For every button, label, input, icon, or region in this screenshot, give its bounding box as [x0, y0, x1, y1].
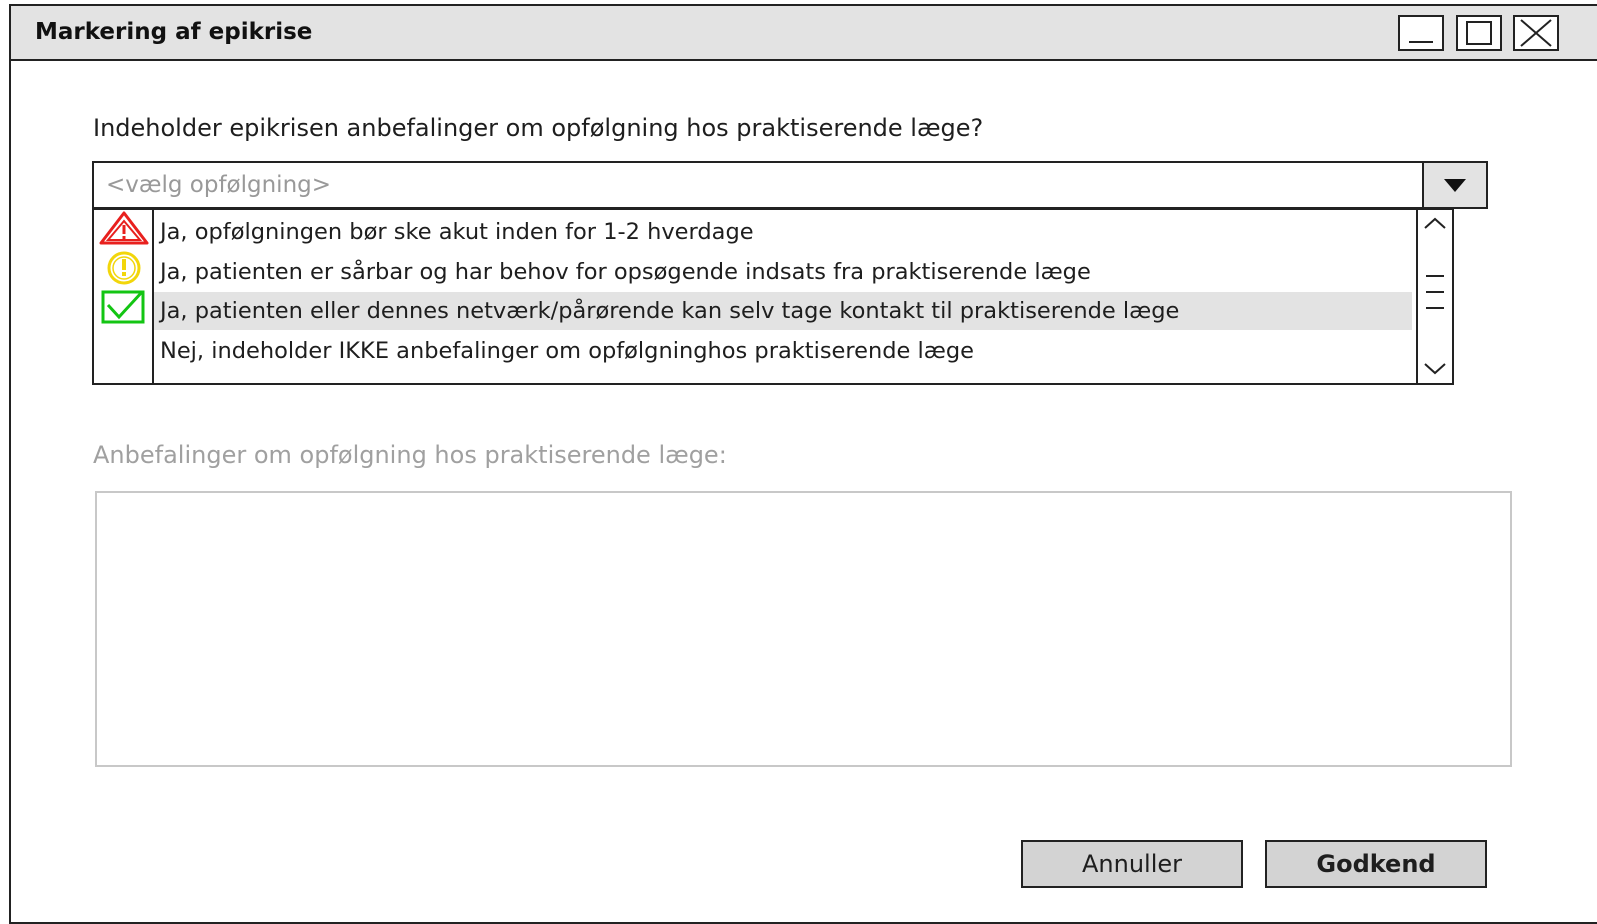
- followup-dropdown-list: Ja, opfølgningen bør ske akut inden for …: [92, 208, 1454, 385]
- close-button[interactable]: [1513, 15, 1559, 51]
- maximize-button[interactable]: [1456, 15, 1502, 51]
- title-bar[interactable]: Markering af epikrise: [11, 6, 1597, 61]
- option-acute-followup[interactable]: Ja, opfølgningen bør ske akut inden for …: [154, 213, 1412, 251]
- option-self-contact[interactable]: Ja, patienten eller dennes netværk/pårør…: [154, 292, 1412, 330]
- option-vulnerable-patient[interactable]: Ja, patienten er sårbar og har behov for…: [154, 253, 1412, 291]
- warning-triangle-icon: [99, 211, 149, 245]
- maximize-icon: [1466, 21, 1492, 45]
- cancel-button[interactable]: Annuller: [1021, 840, 1243, 888]
- followup-combobox[interactable]: <vælg opfølgning>: [92, 161, 1488, 209]
- scroll-thumb-icon[interactable]: [1418, 272, 1452, 318]
- close-icon: [1520, 19, 1552, 47]
- triangle-down-icon: [1444, 179, 1466, 192]
- scroll-up-icon[interactable]: [1418, 214, 1452, 234]
- minimize-button[interactable]: [1398, 15, 1444, 51]
- followup-question: Indeholder epikrisen anbefalinger om opf…: [93, 114, 984, 142]
- minimize-icon: [1409, 41, 1433, 43]
- combo-placeholder: <vælg opfølgning>: [106, 172, 332, 198]
- scroll-down-icon[interactable]: [1418, 358, 1452, 378]
- dropdown-scrollbar[interactable]: [1416, 210, 1452, 383]
- option-no-recommendations[interactable]: Nej, indeholder IKKE anbefalinger om opf…: [154, 332, 1412, 370]
- recommendations-textarea[interactable]: [95, 491, 1512, 767]
- approve-button[interactable]: Godkend: [1265, 840, 1487, 888]
- option-icon-column: [94, 210, 154, 383]
- checkbox-check-icon: [101, 290, 145, 324]
- recommendations-label: Anbefalinger om opfølgning hos praktiser…: [93, 441, 727, 469]
- exclamation-circle-icon: [107, 251, 141, 285]
- combo-dropdown-button[interactable]: [1422, 163, 1486, 207]
- window-title: Markering af epikrise: [35, 19, 313, 45]
